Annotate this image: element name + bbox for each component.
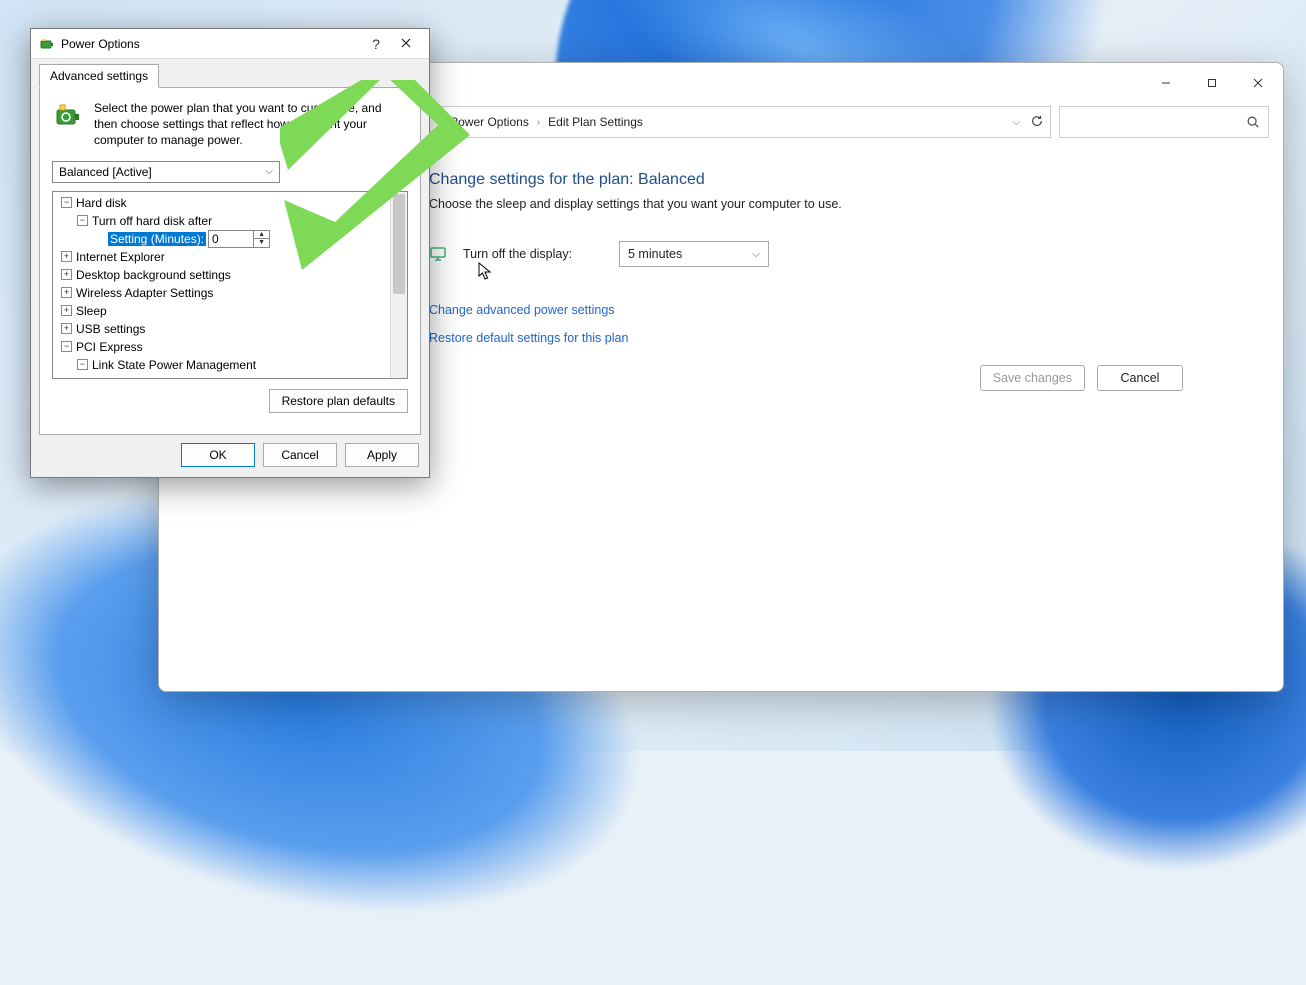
spinner-down-icon[interactable]: ▼ (254, 239, 269, 247)
dialog-title: Power Options (61, 37, 361, 51)
help-button[interactable]: ? (361, 36, 391, 52)
tree-item-pci-express[interactable]: −PCI Express (53, 338, 407, 356)
tree-item-link-state[interactable]: −Link State Power Management (53, 356, 407, 374)
turn-off-display-label: Turn off the display: (463, 247, 603, 261)
chevron-right-icon: › (435, 117, 446, 128)
settings-tree: −Hard disk −Turn off hard disk after Set… (52, 191, 408, 379)
tab-strip: Advanced settings (31, 60, 429, 88)
restore-plan-defaults-button[interactable]: Restore plan defaults (269, 389, 408, 413)
search-icon (1246, 115, 1260, 129)
power-plan-select[interactable]: Balanced [Active] ⌵ (52, 161, 280, 183)
turn-off-display-dropdown[interactable]: 5 minutes ⌵ (619, 241, 769, 267)
cancel-button[interactable]: Cancel (1097, 365, 1183, 391)
breadcrumb-item[interactable]: Power Options (446, 115, 533, 129)
chevron-down-icon: ⌵ (752, 249, 760, 260)
dialog-button-row: OK Cancel Apply (31, 443, 429, 477)
setting-minutes-spinner[interactable]: ▲▼ (208, 230, 270, 248)
ok-button[interactable]: OK (181, 443, 255, 467)
tree-item-hard-disk-setting[interactable]: Setting (Minutes): ▲▼ (53, 230, 407, 248)
maximize-button[interactable] (1189, 67, 1235, 99)
restore-defaults-link[interactable]: Restore default settings for this plan (429, 331, 1243, 345)
tree-item-sleep[interactable]: +Sleep (53, 302, 407, 320)
cancel-button[interactable]: Cancel (263, 443, 337, 467)
breadcrumb-item[interactable]: Edit Plan Settings (544, 115, 647, 129)
battery-icon (39, 36, 55, 52)
page-title: Change settings for the plan: Balanced (429, 171, 1243, 189)
setting-minutes-input[interactable] (209, 231, 253, 247)
apply-button[interactable]: Apply (345, 443, 419, 467)
tree-item-wireless[interactable]: +Wireless Adapter Settings (53, 284, 407, 302)
chevron-right-icon: › (533, 117, 544, 128)
plan-select-value: Balanced [Active] (59, 165, 152, 179)
turn-off-display-row: Turn off the display: 5 minutes ⌵ (429, 241, 1243, 267)
page-description: Choose the sleep and display settings th… (429, 197, 1243, 211)
tree-item-turn-off-hard-disk[interactable]: −Turn off hard disk after (53, 212, 407, 230)
chevron-down-icon: ⌵ (265, 166, 273, 177)
dialog-titlebar: Power Options ? (31, 29, 429, 59)
minimize-button[interactable] (1143, 67, 1189, 99)
tree-item-ie[interactable]: +Internet Explorer (53, 248, 407, 266)
save-changes-button[interactable]: Save changes (980, 365, 1085, 391)
refresh-icon[interactable] (1030, 114, 1044, 131)
dropdown-icon[interactable]: ⌵ (1012, 117, 1020, 128)
spinner-up-icon[interactable]: ▲ (254, 231, 269, 240)
tree-item-hard-disk[interactable]: −Hard disk (53, 194, 407, 212)
advanced-settings-link[interactable]: Change advanced power settings (429, 303, 1243, 317)
dialog-body: Select the power plan that you want to c… (39, 87, 421, 435)
dropdown-value: 5 minutes (628, 247, 682, 261)
button-row: Save changes Cancel (429, 365, 1243, 391)
tree-item-link-state-setting[interactable]: Setting: Off (53, 374, 407, 379)
display-icon (429, 245, 447, 263)
search-input[interactable] (1059, 106, 1269, 138)
tree-item-usb[interactable]: +USB settings (53, 320, 407, 338)
tree-item-desktop-bg[interactable]: +Desktop background settings (53, 266, 407, 284)
dialog-intro: Select the power plan that you want to c… (94, 100, 408, 149)
close-button[interactable] (1235, 67, 1281, 99)
power-options-dialog: Power Options ? Advanced settings Select… (30, 28, 430, 478)
tab-advanced-settings[interactable]: Advanced settings (39, 64, 159, 88)
dialog-close-button[interactable] (391, 35, 421, 53)
tree-scrollbar[interactable] (390, 192, 407, 378)
power-icon (52, 100, 84, 132)
setting-label-selected: Setting (Minutes): (108, 232, 206, 246)
